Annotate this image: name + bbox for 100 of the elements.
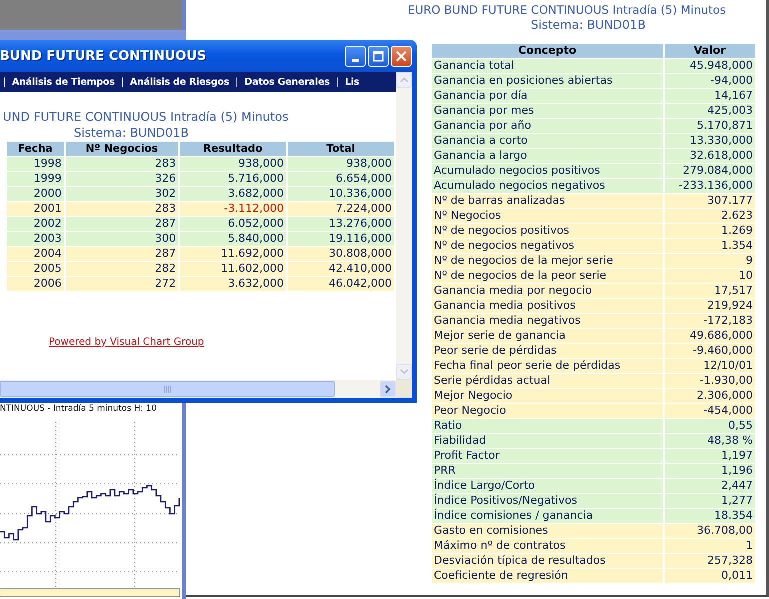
table-cell: Ganancia media positivos (432, 299, 663, 313)
table-cell: 5.840,000 (180, 232, 286, 246)
table-cell: Ganancia por día (432, 89, 663, 103)
table-cell: 36.708,00 (665, 524, 755, 538)
table-cell: Ganancia a largo (432, 149, 663, 163)
table-cell: 0,55 (665, 419, 755, 433)
menu-separator: | (336, 76, 340, 88)
table-cell: PRR (432, 464, 663, 478)
table-cell: 272 (66, 277, 178, 291)
table-cell: Ganancia en posiciones abiertas (432, 74, 663, 88)
horizontal-scrollbar[interactable] (0, 380, 396, 398)
table-cell: 1.354 (665, 239, 755, 253)
table-cell: 326 (66, 172, 178, 186)
table-cell: 18.354 (665, 509, 755, 523)
menu-link[interactable]: Datos Generales (244, 76, 330, 88)
menu-separator: | (235, 76, 239, 88)
minimize-button[interactable] (345, 46, 366, 66)
table-cell: 1,196 (665, 464, 755, 478)
table-cell: 7.224,000 (288, 202, 394, 216)
table-cell: Ganancia media negativos (432, 314, 663, 328)
table-cell: 48,38 % (665, 434, 755, 448)
table-cell: 5.716,000 (180, 172, 286, 186)
report-subtitle: Sistema: BUND01B (73, 125, 190, 141)
table-cell: 3.682,000 (180, 187, 286, 201)
menu-link[interactable]: Análisis de Tiempos (12, 76, 115, 88)
window-title: BUND FUTURE CONTINUOUS (0, 48, 207, 64)
menu-separator: | (3, 76, 6, 88)
table-cell: 1.269 (665, 224, 755, 238)
chart-title: NTINUOUS - Intradía 5 minutos H: 10 (0, 403, 158, 416)
table-cell: Nº de negocios positivos (432, 224, 663, 238)
close-icon (396, 50, 407, 62)
table-cell: 287 (66, 247, 178, 261)
table-cell: Fiabilidad (432, 434, 663, 448)
table-cell: 1 (665, 539, 755, 553)
table-cell: Índice Positivos/Negativos (432, 494, 663, 508)
table-cell: 938,000 (288, 157, 394, 171)
scroll-thumb[interactable] (0, 381, 335, 397)
table-cell: 6.052,000 (180, 217, 286, 231)
table-cell: Nº de negocios de la peor serie (432, 269, 663, 283)
table-cell: Serie pérdidas actual (432, 374, 663, 388)
table-cell: 14,167 (665, 89, 755, 103)
table-cell: Profit Factor (432, 449, 663, 463)
table-cell: 11.602,000 (180, 262, 286, 276)
table-cell: 2005 (7, 262, 64, 276)
table-cell: Nº de barras analizadas (432, 194, 663, 208)
scroll-right-button[interactable] (380, 381, 396, 397)
table-cell: 282 (66, 262, 178, 276)
column-header: Valor (665, 44, 755, 58)
table-cell: 32.618,000 (665, 149, 755, 163)
table-cell: Máximo nº de contratos (432, 539, 663, 553)
table-cell: Ganancia por año (432, 119, 663, 133)
table-cell: 287 (66, 217, 178, 231)
report-subtitle: Sistema: BUND01B (531, 18, 646, 33)
menu-separator: | (120, 76, 124, 88)
table-cell: 283 (66, 202, 178, 216)
maximize-button[interactable] (368, 46, 389, 66)
menu-link[interactable]: Análisis de Riesgos (130, 76, 230, 88)
table-cell: 2006 (7, 277, 64, 291)
report-title: UND FUTURE CONTINUOUS Intradía (5) Minutos (2, 109, 290, 125)
table-cell: 2.623 (665, 209, 755, 223)
scroll-up-button[interactable] (396, 72, 412, 88)
table-cell: -172,183 (665, 314, 755, 328)
table-cell: 2003 (7, 232, 64, 246)
table-cell: 3.632,000 (180, 277, 286, 291)
scrollbar-corner (396, 380, 412, 398)
table-cell: 1999 (7, 172, 64, 186)
table-cell: Índice Largo/Corto (432, 479, 663, 493)
table-cell: 42.410,000 (288, 262, 394, 276)
table-cell: 279.084,000 (665, 164, 755, 178)
table-cell: 30.808,000 (288, 247, 394, 261)
table-cell: -3.112,000 (180, 202, 286, 216)
maximize-icon (373, 50, 384, 62)
table-cell: Desviación típica de resultados (432, 554, 663, 568)
table-cell: 10.336,000 (288, 187, 394, 201)
table-cell: 12/10/01 (665, 359, 755, 373)
column-header: Total (288, 142, 394, 156)
footer-link[interactable]: Powered by Visual Chart Group (49, 337, 204, 348)
table-cell: Fecha final peor serie de pérdidas (432, 359, 663, 373)
table-cell: 257,328 (665, 554, 755, 568)
table-cell: 1998 (7, 157, 64, 171)
table-cell: Nº de negocios de la mejor serie (432, 254, 663, 268)
minimize-icon (352, 58, 359, 62)
table-cell: 1,197 (665, 449, 755, 463)
table-cell: 49.686,000 (665, 329, 755, 343)
column-header: Concepto (432, 44, 663, 58)
table-cell: -9.460,000 (665, 344, 755, 358)
table-cell: 219,924 (665, 299, 755, 313)
table-cell: 302 (66, 187, 178, 201)
menu-link[interactable]: Lis (345, 76, 360, 88)
column-header: Nº Negocios (66, 142, 178, 156)
table-cell: Ganancia media por negocio (432, 284, 663, 298)
table-cell: 1,277 (665, 494, 755, 508)
table-cell: 2,447 (665, 479, 755, 493)
vertical-scrollbar[interactable] (396, 72, 412, 380)
table-cell: -1.930,00 (665, 374, 755, 388)
close-button[interactable] (391, 46, 412, 66)
grip-icon (164, 386, 172, 392)
column-header: Fecha (7, 142, 64, 156)
table-cell: 307.177 (665, 194, 755, 208)
table-cell: Nº de negocios negativos (432, 239, 663, 253)
